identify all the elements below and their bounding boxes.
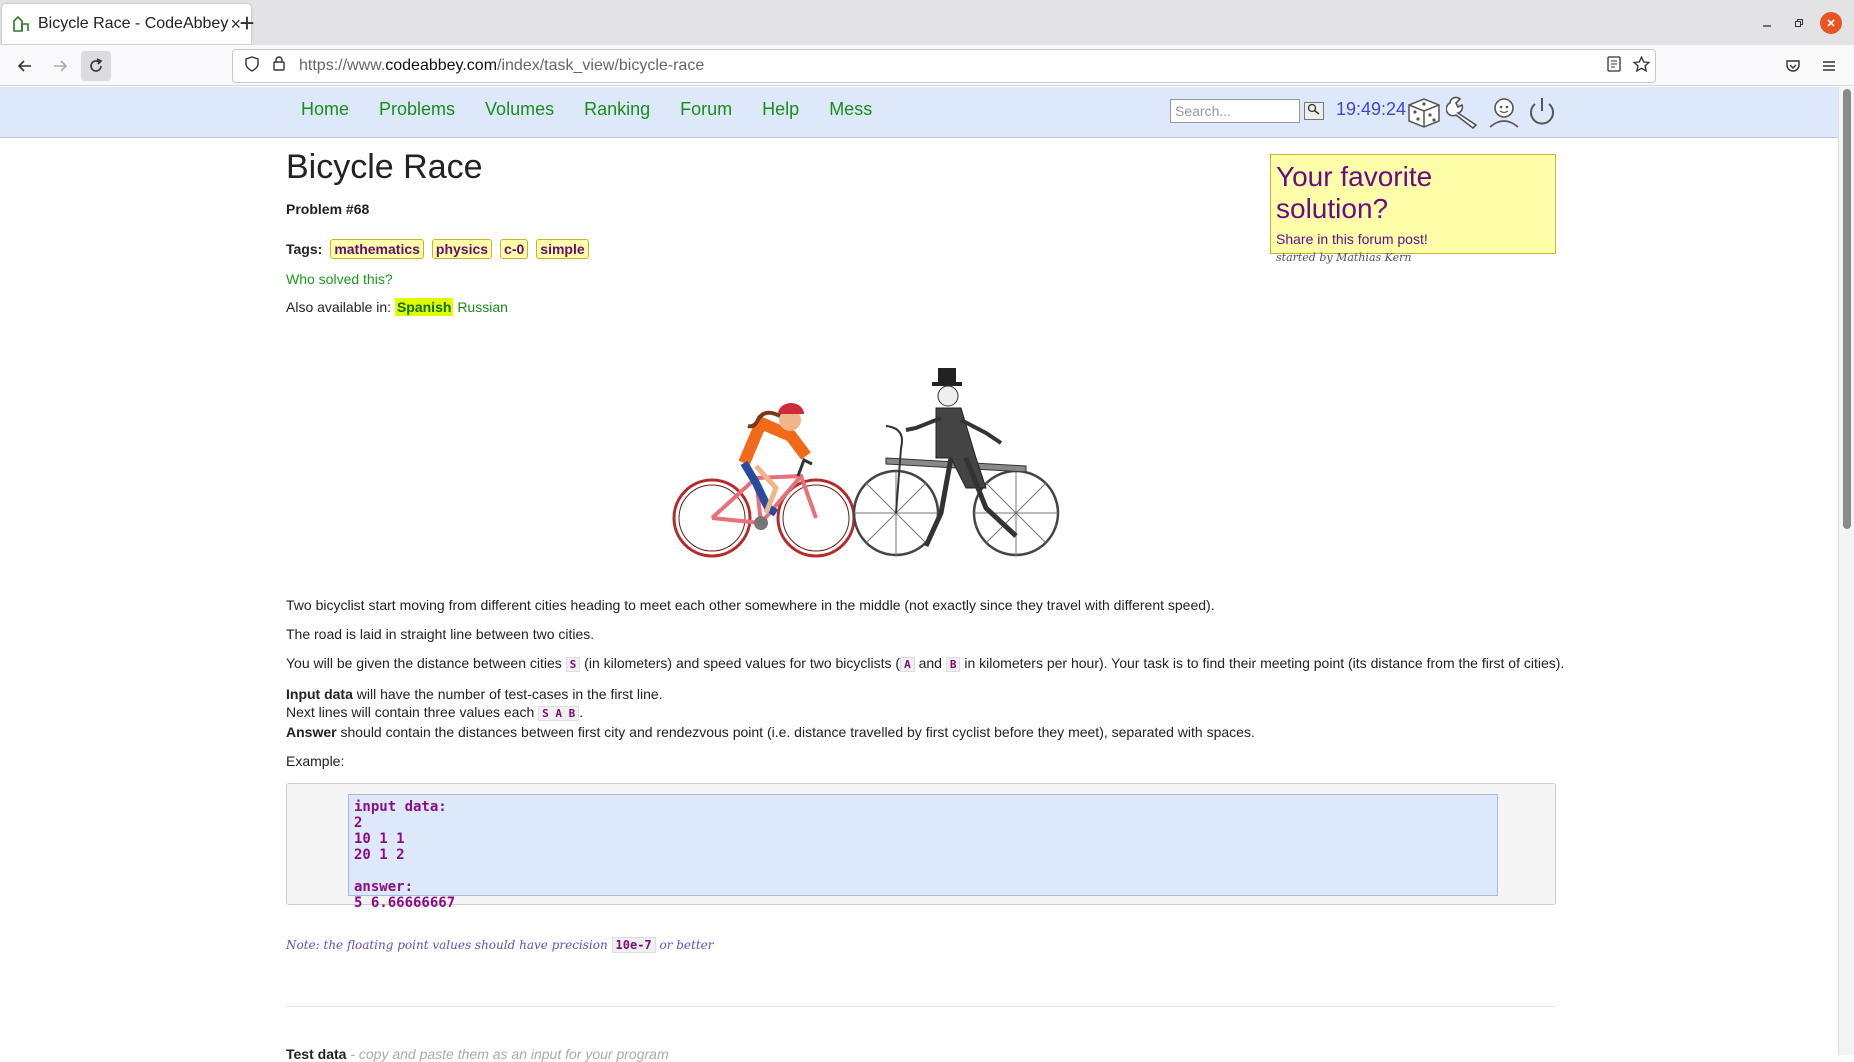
app-menu-icon[interactable] [1814,51,1844,81]
p3-text-a: You will be given the distance between c… [286,655,566,671]
answer-text: should contain the distances between fir… [336,724,1255,740]
example-box: input data: 2 10 1 1 20 1 2 answer: 5 6.… [286,783,1556,911]
note-code: 10e-7 [611,937,656,953]
test-data-heading: Test data - copy and paste them as an in… [286,1046,669,1062]
window-close-icon[interactable] [1820,12,1842,34]
tags-row: Tags: mathematics physics c-0 simple [286,239,1556,259]
note-text-b: or better [655,938,714,952]
nav-problems[interactable]: Problems [379,99,455,120]
answer-label: Answer [286,724,337,740]
tag-c-0[interactable]: c-0 [500,239,529,259]
back-button[interactable] [10,51,40,81]
lang-spanish-link[interactable]: Spanish [394,298,454,316]
page-title: Bicycle Race [286,148,483,186]
problem-statement: Two bicyclist start moving from differen… [286,596,1576,781]
tab-title: Bicycle Race - CodeAbbey [38,15,229,32]
test-data-hint: - copy and paste them as an input for yo… [346,1046,669,1062]
lang-russian-link[interactable]: Russian [457,299,508,315]
bicycle-illustration-image [672,368,1060,558]
nav-help[interactable]: Help [762,99,799,120]
url-prefix: https://www. [299,57,386,74]
url-path: /index/task_view/bicycle-race [497,57,705,74]
p3-text-d: in kilometers per hour). Your task is to… [960,655,1565,671]
shield-icon[interactable] [245,55,259,77]
statement-paragraph-1: Two bicyclist start moving from differen… [286,597,1215,613]
p3-text-b: (in kilometers) and speed values for two… [580,655,901,671]
also-available: Also available in: Spanish Russian [286,298,1556,316]
codeabbey-favicon-icon [12,15,30,33]
url-host: codeabbey.com [385,57,498,74]
test-data-label: Test data [286,1046,347,1062]
nav-forum[interactable]: Forum [680,99,732,120]
dice-icon[interactable] [1406,95,1442,129]
reload-button[interactable] [81,51,111,81]
site-header: Home Problems Volumes Ranking Forum Help… [0,87,1838,138]
forward-arrow-icon [54,60,68,72]
forward-button[interactable] [45,51,75,81]
minimize-icon[interactable] [1756,12,1778,34]
statement-paragraph-3: You will be given the distance between c… [286,654,1576,674]
input-data-text: will have the number of test-cases in th… [352,686,663,702]
reader-view-icon[interactable] [1607,56,1621,77]
user-profile-icon[interactable] [1486,95,1522,129]
code-b: B [945,657,961,672]
example-label: Example: [286,753,345,769]
next-lines-end: . [579,704,584,720]
modern-cyclist-image [672,403,856,558]
browser-tab-bar: Bicycle Race - CodeAbbey × + [0,0,1854,45]
nav-mess[interactable]: Mess [829,99,872,120]
nav-volumes[interactable]: Volumes [485,99,554,120]
input-data-label: Input data [286,686,353,702]
divider [286,1006,1556,1007]
note-text-a: Note: the floating point values should h… [286,938,612,952]
search-button[interactable] [1304,102,1324,120]
scrollbar-thumb[interactable] [1843,89,1851,529]
code-a: A [900,657,915,672]
also-available-label: Also available in: [286,299,392,315]
p3-text-c: and [914,655,946,671]
reload-icon [90,58,103,72]
precision-note: Note: the floating point values should h… [286,937,714,953]
example-code-block[interactable]: input data: 2 10 1 1 20 1 2 answer: 5 6.… [348,794,1498,911]
pocket-icon[interactable] [1778,51,1808,81]
problem-content: Bicycle Race Problem #68 Tags: mathemati… [286,138,1564,1062]
search-input[interactable]: Search... [1170,99,1300,123]
code-s: S [565,657,581,672]
power-icon[interactable] [1524,95,1560,129]
tag-mathematics[interactable]: mathematics [330,239,424,259]
site-nav: Home Problems Volumes Ranking Forum Help… [301,99,902,120]
problem-number: Problem #68 [286,201,370,217]
next-lines-text: Next lines will contain three values eac… [286,704,539,720]
wrench-icon[interactable] [1445,95,1482,130]
tag-physics[interactable]: physics [431,239,493,259]
browser-tab[interactable]: Bicycle Race - CodeAbbey × [2,4,251,44]
search-icon [1307,103,1320,115]
illustration [286,348,1556,558]
bookmark-star-icon[interactable] [1632,55,1651,78]
back-arrow-icon [17,60,31,72]
url-text[interactable]: https://www.codeabbey.com/index/task_vie… [299,57,704,75]
tag-simple[interactable]: simple [536,239,589,259]
new-tab-button[interactable]: + [232,8,262,38]
tags-label: Tags: [286,241,323,257]
who-solved-link[interactable]: Who solved this? [286,271,1556,287]
lock-icon[interactable] [273,56,285,76]
io-description: Input data will have the number of test-… [286,685,1576,741]
restore-icon[interactable] [1788,12,1810,34]
code-sab: S A B [538,706,580,721]
vintage-draisine-image [852,368,1060,557]
browser-nav-bar: https://www.codeabbey.com/index/task_vie… [0,45,1854,86]
page-scrollbar[interactable] [1838,87,1854,1055]
address-bar[interactable]: https://www.codeabbey.com/index/task_vie… [232,49,1656,83]
server-clock: 19:49:24 [1336,99,1407,119]
nav-home[interactable]: Home [301,99,349,120]
nav-ranking[interactable]: Ranking [584,99,650,120]
statement-paragraph-2: The road is laid in straight line betwee… [286,626,595,642]
